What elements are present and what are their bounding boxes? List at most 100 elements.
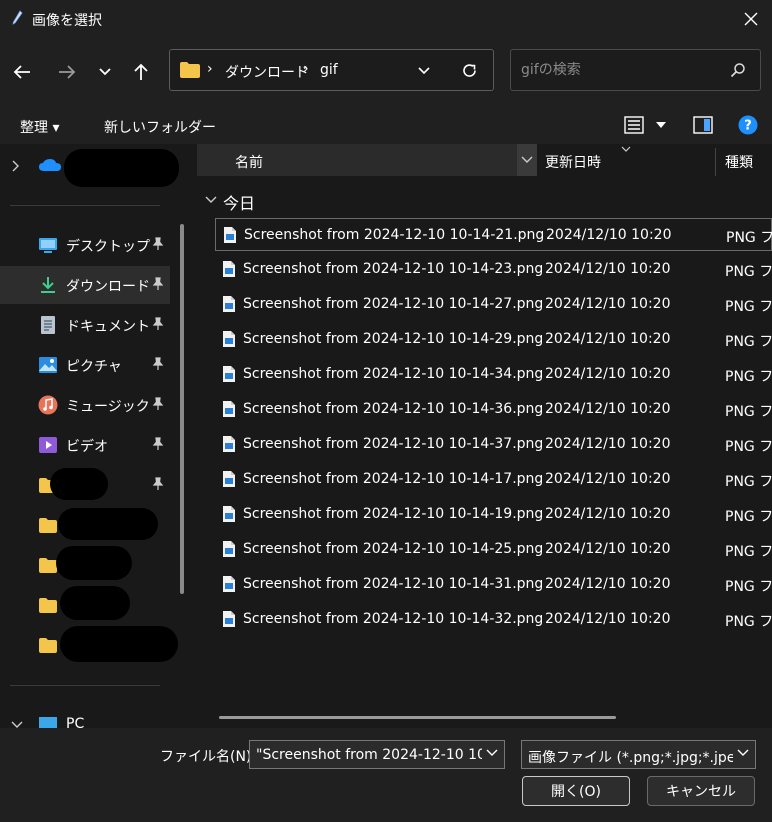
file-row[interactable]: Screenshot from 2024-12-10 10-14-32.png 2… <box>215 603 772 636</box>
preview-pane-icon[interactable] <box>693 116 713 134</box>
cancel-button[interactable]: キャンセル <box>647 776 755 806</box>
organize-menu[interactable]: 整理 ▾ <box>20 117 59 137</box>
png-file-icon <box>223 296 235 312</box>
pin-icon[interactable] <box>152 397 164 411</box>
download-icon <box>41 277 55 293</box>
file-name: Screenshot from 2024-12-10 10-14-23.png <box>243 261 544 277</box>
pin-icon[interactable] <box>152 437 164 451</box>
column-header-date[interactable]: 更新日時 <box>545 152 601 172</box>
sidebar-item-folder[interactable] <box>0 586 170 624</box>
file-type: PNG ファ <box>725 299 772 315</box>
file-row[interactable]: Screenshot from 2024-12-10 10-14-17.png 2… <box>215 463 772 496</box>
sidebar-item-desktop[interactable]: デスクトップ <box>0 226 170 264</box>
breadcrumb-separator-icon: › <box>303 61 309 77</box>
sidebar-item-folder[interactable] <box>0 466 170 504</box>
sidebar-item-pictures[interactable]: ピクチャ <box>0 346 170 384</box>
chevron-down-icon[interactable] <box>486 749 498 757</box>
address-bar[interactable]: › ダウンロード › gif <box>169 49 494 91</box>
horizontal-scrollbar[interactable] <box>219 716 616 719</box>
sidebar-item-folder[interactable] <box>0 546 170 584</box>
file-date: 2024/12/10 10:20 <box>545 366 671 382</box>
redacted-label <box>64 149 179 187</box>
file-row[interactable]: Screenshot from 2024-12-10 10-14-36.png 2… <box>215 393 772 426</box>
chevron-right-icon[interactable] <box>12 160 20 172</box>
file-type: PNG ファ <box>725 404 772 420</box>
file-name: Screenshot from 2024-12-10 10-14-19.png <box>243 506 544 522</box>
pin-icon[interactable] <box>152 277 164 291</box>
file-row[interactable]: Screenshot from 2024-12-10 10-14-21.png 2… <box>215 218 772 251</box>
chevron-down-icon[interactable] <box>418 67 430 75</box>
file-type: PNG ファ <box>725 474 772 490</box>
sidebar-scrollbar[interactable] <box>180 224 184 594</box>
filetype-select[interactable]: 画像ファイル (*.png;*.jpg;*.jpeg;* <box>521 740 756 769</box>
back-button[interactable] <box>8 58 36 86</box>
file-name: Screenshot from 2024-12-10 10-14-21.png <box>244 227 545 243</box>
close-button[interactable] <box>736 4 766 34</box>
png-file-icon <box>223 366 235 382</box>
file-name: Screenshot from 2024-12-10 10-14-36.png <box>243 401 544 417</box>
file-row[interactable]: Screenshot from 2024-12-10 10-14-23.png 2… <box>215 253 772 286</box>
column-separator[interactable] <box>715 148 716 176</box>
view-options-button[interactable] <box>622 114 672 136</box>
filename-label: ファイル名(N): <box>160 749 257 765</box>
chevron-down-icon[interactable] <box>11 721 23 728</box>
open-button[interactable]: 開く(O) <box>522 776 630 806</box>
pin-icon[interactable] <box>152 237 164 251</box>
sidebar-item-videos[interactable]: ビデオ <box>0 426 170 464</box>
breadcrumb-downloads[interactable]: ダウンロード <box>225 62 309 82</box>
file-date: 2024/12/10 10:20 <box>545 436 671 452</box>
sidebar-item-folder[interactable] <box>0 506 170 544</box>
folder-icon <box>180 62 200 78</box>
title-bar: 画像を選択 <box>0 0 772 38</box>
chevron-down-icon <box>99 68 111 76</box>
file-name: Screenshot from 2024-12-10 10-14-34.png <box>243 366 544 382</box>
pin-icon[interactable] <box>152 317 164 331</box>
music-icon <box>38 395 58 415</box>
png-file-icon <box>223 436 235 452</box>
sidebar-item-pc[interactable]: PC <box>66 716 84 728</box>
filename-value: "Screenshot from 2024-12-10 10-14 <box>256 747 482 763</box>
column-dropdown-button[interactable] <box>517 144 537 176</box>
file-row[interactable]: Screenshot from 2024-12-10 10-14-19.png 2… <box>215 498 772 531</box>
recent-locations-button[interactable] <box>91 58 119 86</box>
breadcrumb-gif[interactable]: gif <box>320 62 338 78</box>
file-row[interactable]: Screenshot from 2024-12-10 10-14-37.png 2… <box>215 428 772 461</box>
filename-input[interactable]: "Screenshot from 2024-12-10 10-14 <box>249 740 505 769</box>
file-row[interactable]: Screenshot from 2024-12-10 10-14-34.png 2… <box>215 358 772 391</box>
file-type: PNG ファ <box>725 614 772 630</box>
file-row[interactable]: Screenshot from 2024-12-10 10-14-25.png 2… <box>215 533 772 566</box>
column-header-name[interactable]: 名前 <box>197 144 537 176</box>
sidebar-item-label: デスクトップ <box>66 239 150 255</box>
search-icon <box>730 63 745 78</box>
file-list: 名前 更新日時 種類 今日 Screenshot from 2024-12-10… <box>195 144 772 728</box>
png-file-icon <box>223 506 235 522</box>
file-row[interactable]: Screenshot from 2024-12-10 10-14-27.png 2… <box>215 288 772 321</box>
help-icon[interactable]: ? <box>738 115 758 135</box>
search-input[interactable] <box>521 60 721 80</box>
forward-button[interactable] <box>53 58 81 86</box>
file-type: PNG ファ <box>725 579 772 595</box>
search-box[interactable] <box>510 49 761 91</box>
sidebar-item-music[interactable]: ミュージック <box>0 386 170 424</box>
pin-icon[interactable] <box>152 357 164 371</box>
refresh-icon[interactable] <box>461 62 478 79</box>
png-file-icon <box>223 471 235 487</box>
file-row[interactable]: Screenshot from 2024-12-10 10-14-31.png 2… <box>215 568 772 601</box>
file-date: 2024/12/10 10:20 <box>546 227 672 243</box>
sidebar-item-folder[interactable] <box>0 626 178 664</box>
sidebar-item-downloads[interactable]: ダウンロード <box>0 266 170 304</box>
filetype-value: 画像ファイル (*.png;*.jpg;*.jpeg;* <box>528 750 733 766</box>
sidebar-item-label: ダウンロード <box>66 279 150 295</box>
file-name: Screenshot from 2024-12-10 10-14-25.png <box>243 541 544 557</box>
new-folder-button[interactable]: 新しいフォルダー <box>104 117 216 137</box>
png-file-icon <box>224 227 236 243</box>
file-name: Screenshot from 2024-12-10 10-14-31.png <box>243 576 544 592</box>
column-header-type[interactable]: 種類 <box>725 152 753 172</box>
up-button[interactable] <box>127 58 155 86</box>
file-row[interactable]: Screenshot from 2024-12-10 10-14-29.png 2… <box>215 323 772 356</box>
sidebar-item-documents[interactable]: ドキュメント <box>0 306 170 344</box>
file-date: 2024/12/10 10:20 <box>545 331 671 347</box>
pin-icon[interactable] <box>152 477 164 491</box>
chevron-down-icon <box>521 156 533 163</box>
png-file-icon <box>223 576 235 592</box>
